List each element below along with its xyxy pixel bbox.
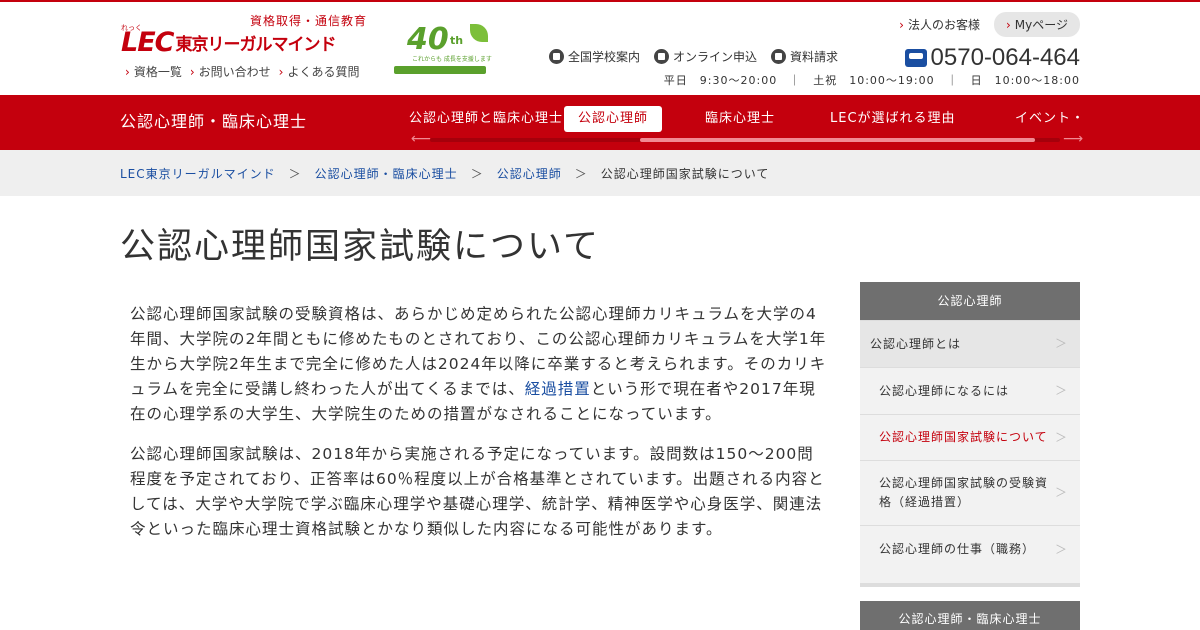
site-header: 資格取得・通信教育 れっく LEC 東京リーガルマインド › 資格一覧 › お問い合…: [0, 2, 1200, 95]
logo-ruby: れっく: [121, 24, 142, 32]
document-icon: [771, 49, 787, 64]
sidebar-item-exam-eligibility[interactable]: 公認心理師国家試験の受験資格（経過措置） ＞: [860, 460, 1080, 525]
chevron-right-icon: ＞: [470, 167, 484, 181]
chevron-right-icon: ›: [189, 65, 195, 79]
business-hours: 平日 9:30～20:00 ｜ 土祝 10:00～19:00 ｜ 日 10:00…: [663, 74, 1080, 87]
chevron-right-icon: ＞: [288, 167, 302, 181]
transitional-measures-link[interactable]: 経過措置: [525, 380, 591, 398]
arrow-right-icon[interactable]: ⟶: [1063, 131, 1083, 147]
tab-why-lec[interactable]: LECが選ばれる理由: [830, 106, 956, 132]
chevron-right-icon: ›: [278, 65, 284, 79]
header-link-faq[interactable]: › よくある質問: [279, 63, 360, 80]
nav-tabs: 公認心理師と臨床心理士 公認心理師 臨床心理士 LECが選ばれる理由 イベント・: [405, 106, 1080, 132]
phone-number[interactable]: 0570-064-464: [904, 44, 1080, 72]
leaf-icon: [470, 24, 488, 42]
corporate-link[interactable]: › 法人のお客様: [899, 16, 980, 33]
logo-tagline: 資格取得・通信教育: [250, 14, 368, 28]
breadcrumb-current: 公認心理師国家試験について: [600, 167, 770, 181]
chevron-right-icon: ＞: [1054, 430, 1068, 444]
tab-clinical-psychologist[interactable]: 臨床心理士: [705, 106, 775, 132]
logo-lec-mark: LEC: [121, 27, 174, 58]
chevron-right-icon: ＞: [574, 167, 588, 181]
breadcrumb-home[interactable]: LEC東京リーガルマインド: [120, 165, 276, 182]
chevron-right-icon: ＞: [1054, 336, 1068, 351]
sidebar-item-how-to-become[interactable]: 公認心理師になるには ＞: [860, 367, 1080, 414]
nav-scroll-thumb[interactable]: [640, 138, 1035, 142]
tab-certified-and-clinical[interactable]: 公認心理師と臨床心理士: [409, 106, 563, 132]
anniversary-caption: これからも 成長を支援します: [412, 56, 492, 63]
tab-events[interactable]: イベント・: [1015, 106, 1080, 132]
chevron-right-icon: ＞: [1054, 542, 1068, 556]
sidebar-item-what-is[interactable]: 公認心理師とは ＞: [860, 320, 1080, 367]
chevron-right-icon: ›: [125, 65, 130, 79]
nav-category-title[interactable]: 公認心理師・臨床心理士: [120, 108, 307, 132]
school-icon: [549, 49, 564, 64]
sidebar-list: 公認心理師とは ＞ 公認心理師になるには ＞ 公認心理師国家試験について ＞ 公…: [860, 320, 1080, 587]
mypage-button[interactable]: › Myページ: [993, 12, 1080, 37]
online-apply-link[interactable]: オンライン申込: [654, 48, 757, 65]
school-guide-link[interactable]: 全国学校案内: [549, 48, 640, 65]
sidebar-heading-2[interactable]: 公認心理師・臨床心理士: [860, 601, 1080, 630]
header-links: › 資格一覧 › お問い合わせ › よくある質問: [125, 63, 359, 80]
article-paragraph-2: 公認心理師国家試験は、2018年から実施される予定になっています。設問数は150…: [130, 445, 825, 538]
logo-company-name: 東京リーガルマインド: [175, 35, 336, 55]
sidebar-list-spacer: [860, 573, 1080, 583]
category-nav: 公認心理師・臨床心理士 公認心理師と臨床心理士 公認心理師 臨床心理士 LECが…: [0, 95, 1200, 150]
top-links: › 法人のお客様 › Myページ: [899, 12, 1080, 37]
anniversary-ribbon: [394, 66, 486, 74]
arrow-left-icon[interactable]: ⟵: [411, 131, 431, 147]
chevron-right-icon: ›: [899, 18, 904, 32]
brochure-request-link[interactable]: 資料請求: [771, 48, 838, 65]
keyboard-icon: [654, 49, 670, 64]
lec-logo[interactable]: れっく LEC 東京リーガルマインド: [121, 24, 336, 58]
sidebar-item-national-exam[interactable]: 公認心理師国家試験について ＞: [860, 414, 1080, 460]
tab-certified-psychologist[interactable]: 公認心理師: [564, 106, 663, 132]
anniversary-number: 40: [407, 22, 449, 57]
article-paragraph-1: 公認心理師国家試験の受験資格は、あらかじめ定められた公認心理師カリキュラムを大学…: [130, 305, 827, 423]
page-title: 公認心理師国家試験について: [120, 227, 600, 267]
breadcrumb-subcategory[interactable]: 公認心理師: [497, 165, 562, 182]
sidebar-item-job-duties[interactable]: 公認心理師の仕事（職務） ＞: [860, 525, 1080, 573]
utility-links: 全国学校案内 オンライン申込 資料請求: [549, 48, 838, 65]
breadcrumb: LEC東京リーガルマインド ＞ 公認心理師・臨床心理士 ＞ 公認心理師 ＞ 公認…: [0, 150, 1200, 196]
breadcrumb-category[interactable]: 公認心理師・臨床心理士: [315, 165, 458, 182]
header-link-contact[interactable]: › お問い合わせ: [190, 63, 271, 80]
header-link-qualifications[interactable]: › 資格一覧: [125, 63, 182, 80]
navi-dial-icon: [904, 49, 927, 67]
sidebar-heading[interactable]: 公認心理師: [860, 282, 1080, 320]
chevron-right-icon: ›: [1005, 18, 1011, 32]
sidebar: 公認心理師 公認心理師とは ＞ 公認心理師になるには ＞ 公認心理師国家試験につ…: [860, 282, 1080, 630]
anniversary-badge: 40 th これからも 成長を支援します: [392, 22, 492, 79]
chevron-right-icon: ＞: [1054, 485, 1068, 500]
chevron-right-icon: ＞: [1054, 383, 1068, 398]
anniversary-suffix: th: [450, 34, 464, 47]
article-body: 公認心理師国家試験の受験資格は、あらかじめ定められた公認心理師カリキュラムを大学…: [130, 302, 830, 557]
